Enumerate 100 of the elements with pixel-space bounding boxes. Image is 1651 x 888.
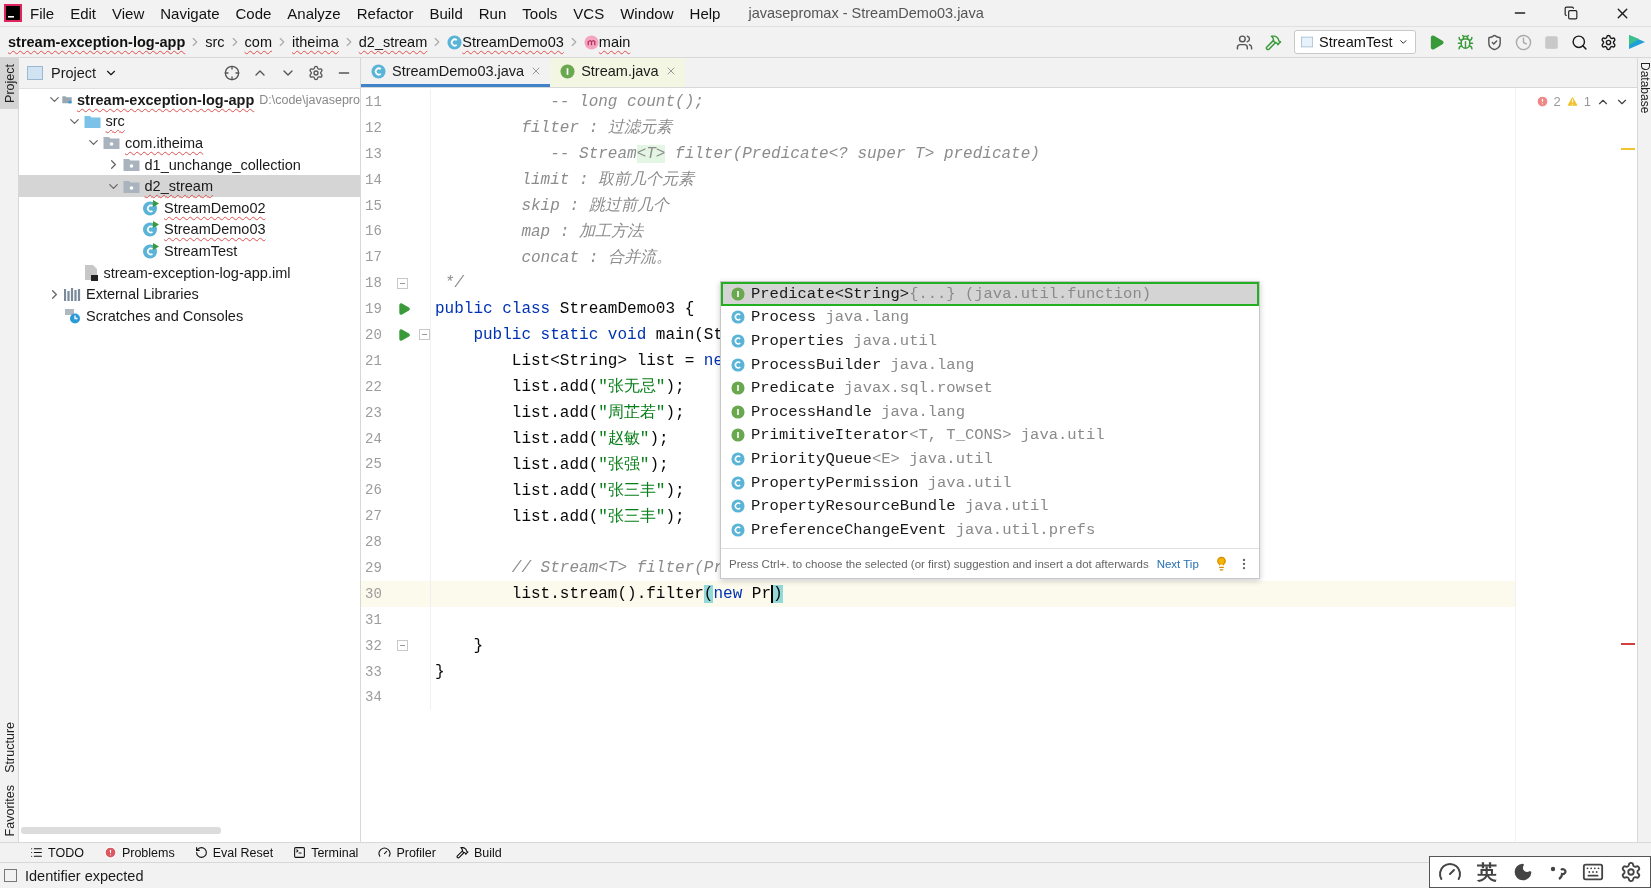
runnable-class-icon (142, 199, 159, 216)
fold-icon[interactable] (419, 329, 430, 341)
completion-item[interactable]: Predicate javax.sql.rowset (721, 376, 1259, 400)
tree-item-label: d2_stream (144, 178, 213, 195)
tool-window-button[interactable]: Problems (103, 845, 175, 860)
restore-icon[interactable] (1564, 6, 1578, 20)
gauge-icon (378, 846, 392, 859)
tree-item[interactable]: d2_stream (19, 175, 360, 197)
tree-item-label: com.itheima (125, 135, 204, 151)
line-number: 24 (364, 430, 383, 447)
completion-item[interactable]: Predicate<String>{...} (java.util.function) (721, 282, 1259, 306)
completion-item[interactable]: PreferenceChangeEvent java.util.prefs (721, 517, 1259, 542)
tree-item[interactable]: stream-exception-log-app D:\code\javasepro (19, 89, 360, 111)
user-icon[interactable] (1236, 33, 1253, 51)
line-number: 32 (364, 637, 383, 654)
menu-item[interactable]: Help (681, 4, 729, 22)
line-number: 31 (364, 611, 383, 628)
breadcrumb-item[interactable]: src (205, 34, 225, 50)
tree-item[interactable]: src (19, 110, 360, 133)
search-icon[interactable] (1571, 33, 1588, 51)
next-tip-link[interactable]: Next Tip (1156, 557, 1199, 570)
side-tab[interactable]: Favorites (0, 778, 19, 842)
menu-item[interactable]: File (22, 4, 63, 22)
completion-item[interactable]: PropertyResourceBundle java.util (721, 494, 1259, 518)
fold-icon[interactable] (397, 277, 408, 289)
plugin-logo-icon[interactable] (1629, 33, 1645, 51)
app-logo-icon (4, 4, 22, 22)
tree-item[interactable]: stream-exception-log-app.iml (19, 261, 360, 284)
fold-icon[interactable] (397, 640, 408, 652)
tree-item[interactable]: External Libraries (19, 283, 360, 305)
line-number: 13 (364, 145, 383, 162)
line-number: 30 (364, 585, 383, 602)
settings-icon[interactable] (1600, 33, 1617, 51)
breadcrumb-item[interactable]: d2_stream (358, 34, 428, 50)
completion-item[interactable]: ProcessHandle java.lang (721, 399, 1259, 424)
input-mode[interactable]: 英 (1477, 858, 1498, 886)
menu-item[interactable]: Window (612, 4, 682, 22)
completion-item[interactable]: Process java.lang (721, 305, 1259, 330)
settings-icon[interactable] (308, 65, 324, 81)
runnable-class-icon (142, 221, 159, 238)
class-icon (731, 334, 745, 348)
window-icon (1301, 35, 1314, 49)
menu-item[interactable]: View (104, 4, 153, 22)
settings-icon[interactable] (1620, 861, 1643, 883)
menu-item[interactable]: Navigate (152, 4, 228, 22)
menu-item[interactable]: Build (421, 4, 471, 22)
debug-icon[interactable] (1457, 33, 1474, 51)
tool-window-button[interactable]: Terminal (293, 845, 359, 860)
run-icon[interactable] (1428, 33, 1445, 51)
lightbulb-icon[interactable] (1214, 556, 1229, 571)
menu-item[interactable]: Refactor (348, 4, 422, 22)
completion-item[interactable]: Properties java.util (721, 329, 1259, 353)
tree-item[interactable]: StreamDemo02 (19, 196, 360, 219)
breadcrumb-item[interactable]: main (598, 34, 631, 50)
tree-item[interactable]: com.itheima (19, 132, 360, 154)
breadcrumb-item[interactable]: StreamDemo03 (462, 34, 564, 50)
keyboard-icon[interactable] (1582, 861, 1605, 883)
editor-tab[interactable]: Stream.java (550, 58, 685, 87)
breadcrumb-item[interactable]: com (244, 34, 272, 50)
line-number: 14 (364, 171, 383, 188)
tree-item[interactable]: d1_unchange_collection (19, 153, 360, 176)
locate-icon[interactable] (224, 65, 240, 81)
completion-item[interactable]: PriorityQueue<E> java.util (721, 447, 1259, 471)
tree-item[interactable]: StreamTest (19, 240, 360, 262)
file-icon (83, 264, 99, 282)
module-path: D:\code\javasepro (259, 92, 360, 107)
class-icon (447, 34, 463, 50)
method-icon (583, 34, 599, 50)
side-tab[interactable]: Database (1637, 62, 1651, 114)
tree-item[interactable]: StreamDemo03 (19, 218, 360, 241)
tool-window-button[interactable]: Profiler (378, 845, 436, 860)
menu-item[interactable]: VCS (565, 4, 613, 22)
breadcrumb-item[interactable]: itheima (292, 34, 339, 50)
menu-item[interactable]: Tools (514, 4, 566, 22)
line-number: 19 (364, 301, 383, 318)
tool-window-button[interactable]: Eval Reset (194, 845, 274, 860)
completion-item[interactable]: PropertyPermission java.util (721, 470, 1259, 495)
build-icon[interactable] (1265, 33, 1282, 51)
completion-item[interactable]: PrimitiveIterator<T, T_CONS> java.util (721, 423, 1259, 448)
breadcrumb-item[interactable]: stream-exception-log-app (8, 34, 186, 50)
panel-icon (27, 66, 43, 80)
tree-item-label: StreamDemo03 (164, 221, 266, 238)
side-tab[interactable]: Structure (0, 715, 19, 779)
code-line: map : 加工方法 (520, 221, 644, 242)
completion-item[interactable]: ProcessBuilder java.lang (721, 352, 1259, 377)
line-number: 16 (364, 223, 383, 240)
tool-window-button[interactable]: TODO (30, 845, 84, 860)
tool-window-button[interactable]: Build (456, 845, 502, 860)
run-icon[interactable] (397, 302, 411, 317)
tree-item[interactable]: Scratches and Consoles (19, 304, 360, 327)
menu-item[interactable]: Edit (62, 4, 105, 22)
run-configuration-dropdown[interactable]: StreamTest (1294, 30, 1416, 54)
interface-icon (560, 63, 576, 79)
moon-icon[interactable] (1513, 862, 1534, 882)
side-tab[interactable]: Project (0, 58, 19, 109)
menu-item[interactable]: Run (470, 4, 515, 22)
panel-title[interactable]: Project (51, 65, 97, 81)
run-icon[interactable] (397, 327, 411, 342)
menu-item[interactable]: Analyze (279, 4, 349, 22)
menu-item[interactable]: Code (227, 4, 280, 22)
